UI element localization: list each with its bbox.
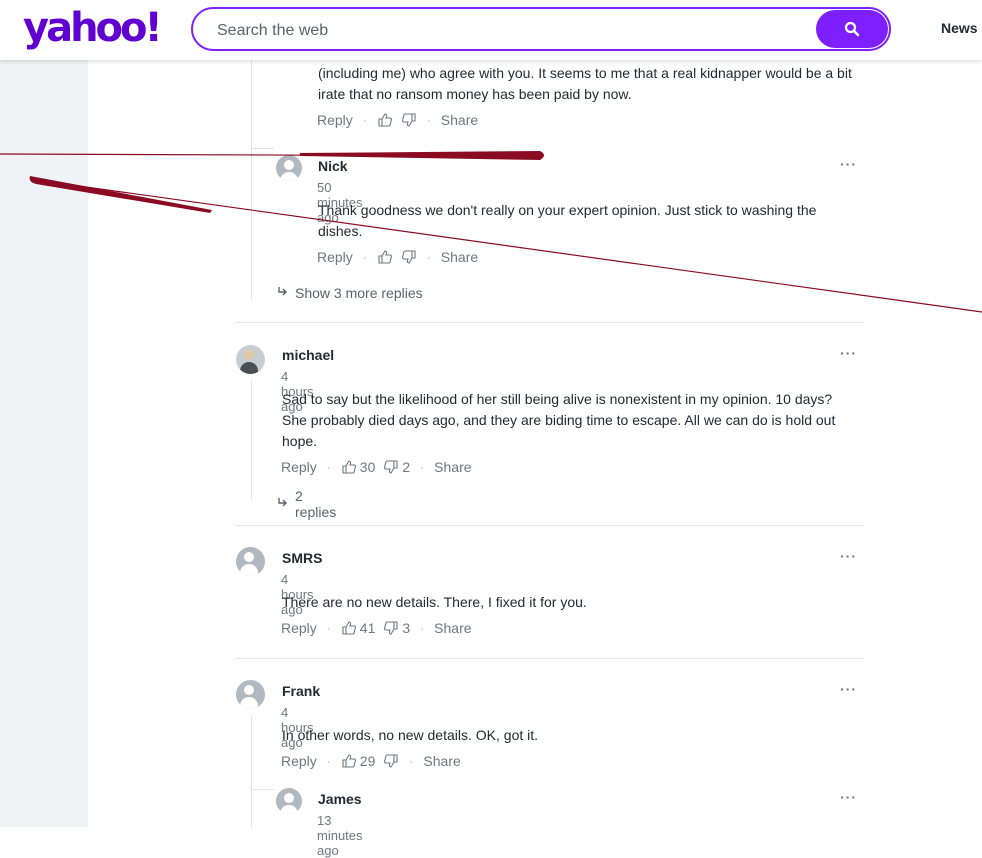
like-count: 30 [359, 459, 376, 475]
separator: · [409, 754, 414, 768]
nav-news-link[interactable]: News [941, 20, 978, 36]
share-button[interactable]: Share [434, 620, 471, 636]
avatar[interactable] [236, 345, 265, 374]
avatar[interactable] [276, 788, 302, 814]
comment-text: There are no new details. There, I fixed… [282, 594, 587, 610]
search-box [191, 7, 891, 51]
replies-link[interactable]: 2 replies [277, 488, 336, 520]
thumbs-up-icon[interactable] [377, 112, 393, 128]
separator: · [420, 460, 425, 474]
thread-line [251, 60, 252, 300]
divider [236, 322, 864, 323]
replies-label: 2 replies [295, 488, 337, 520]
thread-line [251, 715, 252, 827]
comment-author[interactable]: James [318, 791, 362, 807]
thumbs-down-icon[interactable] [401, 112, 417, 128]
share-button[interactable]: Share [434, 459, 471, 475]
dislike-count: 3 [402, 620, 411, 636]
comment-author[interactable]: Nick [318, 158, 348, 174]
like-count: 41 [359, 620, 376, 636]
separator: · [426, 250, 431, 264]
thumbs-up-icon[interactable] [341, 620, 357, 636]
reply-button[interactable]: Reply [317, 112, 353, 128]
separator: · [426, 113, 431, 127]
comment-text: Sad to say but the likelihood of her sti… [282, 391, 836, 449]
more-options-icon[interactable]: ··· [840, 548, 857, 564]
show-more-replies-link[interactable]: Show 3 more replies [277, 285, 423, 301]
search-icon [844, 21, 860, 37]
comment-author[interactable]: SMRS [282, 550, 322, 566]
comment-actions: Reply · 29 · Share [281, 753, 461, 769]
separator: · [326, 460, 331, 474]
more-options-icon[interactable]: ··· [840, 345, 857, 361]
comment-actions: Reply · · Share [317, 112, 478, 128]
dislike-count: 2 [402, 459, 411, 475]
comment-text: (including me) who agree with you. It se… [318, 65, 852, 102]
share-button[interactable]: Share [441, 112, 478, 128]
divider [236, 658, 864, 659]
reply-arrow-icon [277, 496, 289, 512]
comment-actions: Reply · · Share [317, 249, 478, 265]
separator: · [362, 113, 367, 127]
thumbs-up-icon[interactable] [377, 249, 393, 265]
avatar[interactable] [276, 155, 302, 181]
yahoo-logo[interactable]: yahoo! [23, 3, 163, 53]
comment-text: In other words, no new details. OK, got … [282, 727, 539, 743]
separator: · [326, 754, 331, 768]
reply-button[interactable]: Reply [281, 753, 317, 769]
more-options-icon[interactable]: ··· [840, 681, 857, 697]
avatar[interactable] [236, 547, 265, 576]
divider [236, 525, 864, 526]
thread-line [251, 380, 252, 500]
more-options-icon[interactable]: ··· [840, 156, 857, 172]
search-button[interactable] [816, 10, 888, 48]
reply-arrow-icon [277, 285, 289, 301]
comment-author[interactable]: Frank [282, 683, 320, 699]
reply-button[interactable]: Reply [281, 459, 317, 475]
show-more-label: Show 3 more replies [295, 285, 423, 301]
thumbs-down-icon[interactable] [401, 249, 417, 265]
comment-actions: Reply · 41 3 · Share [281, 620, 472, 636]
share-button[interactable]: Share [441, 249, 478, 265]
thumbs-up-icon[interactable] [341, 459, 357, 475]
thumbs-up-icon[interactable] [341, 753, 357, 769]
share-button[interactable]: Share [423, 753, 460, 769]
left-sidebar [0, 60, 88, 827]
thumbs-down-icon[interactable] [383, 620, 399, 636]
comment-actions: Reply · 30 2 · Share [281, 459, 472, 475]
thread-elbow [252, 148, 274, 149]
reply-button[interactable]: Reply [317, 249, 353, 265]
search-input[interactable] [215, 17, 819, 45]
separator: · [326, 621, 331, 635]
separator: · [362, 250, 367, 264]
more-options-icon[interactable]: ··· [840, 789, 857, 805]
reply-button[interactable]: Reply [281, 620, 317, 636]
separator: · [420, 621, 425, 635]
comment-author[interactable]: michael [282, 347, 334, 363]
comment-time: 13 minutes ago [317, 813, 363, 858]
like-count: 29 [359, 753, 376, 769]
thumbs-down-icon[interactable] [383, 459, 399, 475]
thread-elbow [252, 789, 274, 790]
thumbs-down-icon[interactable] [383, 753, 399, 769]
comment-text: Thank goodness we don't really on your e… [318, 202, 817, 239]
avatar[interactable] [236, 680, 265, 709]
header: yahoo! News [0, 0, 982, 60]
